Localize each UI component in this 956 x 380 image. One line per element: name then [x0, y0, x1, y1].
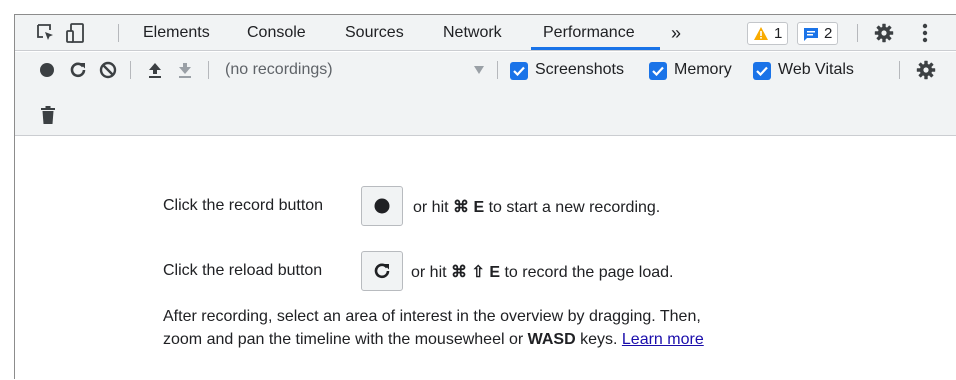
- tab-performance[interactable]: Performance: [543, 15, 635, 51]
- reload-button[interactable]: [361, 251, 403, 291]
- record-icon: [374, 198, 390, 214]
- record-shortcut: ⌘ E: [453, 199, 485, 216]
- reload-instruction-row: Click the reload button or hit ⌘ ⇧ E to …: [163, 251, 863, 291]
- record-hint-suffix: to start a new recording.: [488, 199, 661, 216]
- web-vitals-checkbox[interactable]: [753, 62, 771, 80]
- after-recording-line-2: zoom and pan the timeline with the mouse…: [163, 331, 704, 349]
- capture-settings-gear-icon[interactable]: [916, 60, 936, 80]
- toolbar-separator-3: [497, 61, 498, 79]
- recordings-select[interactable]: (no recordings): [217, 56, 494, 84]
- record-hint: or hit ⌘ E to start a new recording.: [413, 197, 660, 217]
- after-recording-line-2-suffix: keys.: [580, 331, 618, 348]
- settings-gear-icon[interactable]: [873, 22, 895, 44]
- record-instruction-row: Click the record button or hit ⌘ E to st…: [163, 186, 863, 226]
- dropdown-arrow-icon: [473, 64, 485, 76]
- learn-more-link[interactable]: Learn more: [622, 331, 704, 348]
- devtools-window: Elements Console Sources Network Perform…: [14, 14, 956, 380]
- reload-shortcut: ⌘ ⇧ E: [451, 264, 500, 281]
- tab-elements[interactable]: Elements: [143, 15, 210, 51]
- record-icon[interactable]: [37, 60, 57, 80]
- reload-hint-prefix: or hit: [411, 264, 447, 281]
- web-vitals-label[interactable]: Web Vitals: [778, 61, 854, 79]
- messages-count: 2: [824, 25, 833, 42]
- save-profile-download-icon[interactable]: [176, 60, 194, 80]
- clear-icon[interactable]: [98, 60, 118, 80]
- record-button[interactable]: [361, 186, 403, 226]
- screenshots-label[interactable]: Screenshots: [535, 61, 624, 79]
- screenshots-checkbox[interactable]: [510, 62, 528, 80]
- tabbar-separator-2: [857, 24, 858, 42]
- warnings-count: 1: [774, 25, 783, 42]
- toolbar-separator-4: [899, 61, 900, 79]
- memory-checkbox[interactable]: [649, 62, 667, 80]
- reload-hint-suffix: to record the page load.: [504, 264, 674, 281]
- device-toolbar-icon[interactable]: [65, 22, 87, 44]
- reload-record-icon[interactable]: [68, 60, 88, 80]
- tab-console[interactable]: Console: [247, 15, 306, 51]
- message-icon: [803, 26, 819, 42]
- tab-sources[interactable]: Sources: [345, 15, 404, 51]
- after-recording-line-1: After recording, select an area of inter…: [163, 308, 701, 325]
- reload-instruction-prefix: Click the reload button: [163, 262, 323, 279]
- messages-badge[interactable]: 2: [797, 22, 839, 45]
- more-tabs-button[interactable]: »: [671, 15, 681, 51]
- recordings-select-value: (no recordings): [225, 61, 333, 78]
- after-recording-line-2-prefix: zoom and pan the timeline with the mouse…: [163, 331, 524, 348]
- wasd-keys: WASD: [527, 331, 576, 348]
- devtools-tab-bar: Elements Console Sources Network Perform…: [15, 15, 956, 51]
- reload-hint: or hit ⌘ ⇧ E to record the page load.: [411, 262, 673, 282]
- warnings-badge[interactable]: 1: [747, 22, 789, 45]
- record-instruction-prefix: Click the record button: [163, 197, 324, 214]
- warning-icon: [753, 26, 769, 41]
- active-tab-indicator: [531, 47, 660, 50]
- tab-network[interactable]: Network: [443, 15, 502, 51]
- tabbar-separator: [118, 24, 119, 42]
- reload-icon: [373, 262, 391, 280]
- performance-landing-page: Click the record button or hit ⌘ E to st…: [15, 137, 956, 380]
- toolbar-separator-2: [208, 61, 209, 79]
- trash-icon[interactable]: [39, 104, 57, 126]
- memory-label[interactable]: Memory: [674, 61, 732, 79]
- record-hint-prefix: or hit: [413, 199, 449, 216]
- inspect-element-icon[interactable]: [35, 23, 57, 43]
- more-options-kebab-icon[interactable]: [917, 22, 933, 44]
- load-profile-upload-icon[interactable]: [146, 60, 164, 80]
- performance-toolbar: (no recordings) Screenshots Memory Web V…: [15, 52, 956, 136]
- toolbar-separator-1: [130, 61, 131, 79]
